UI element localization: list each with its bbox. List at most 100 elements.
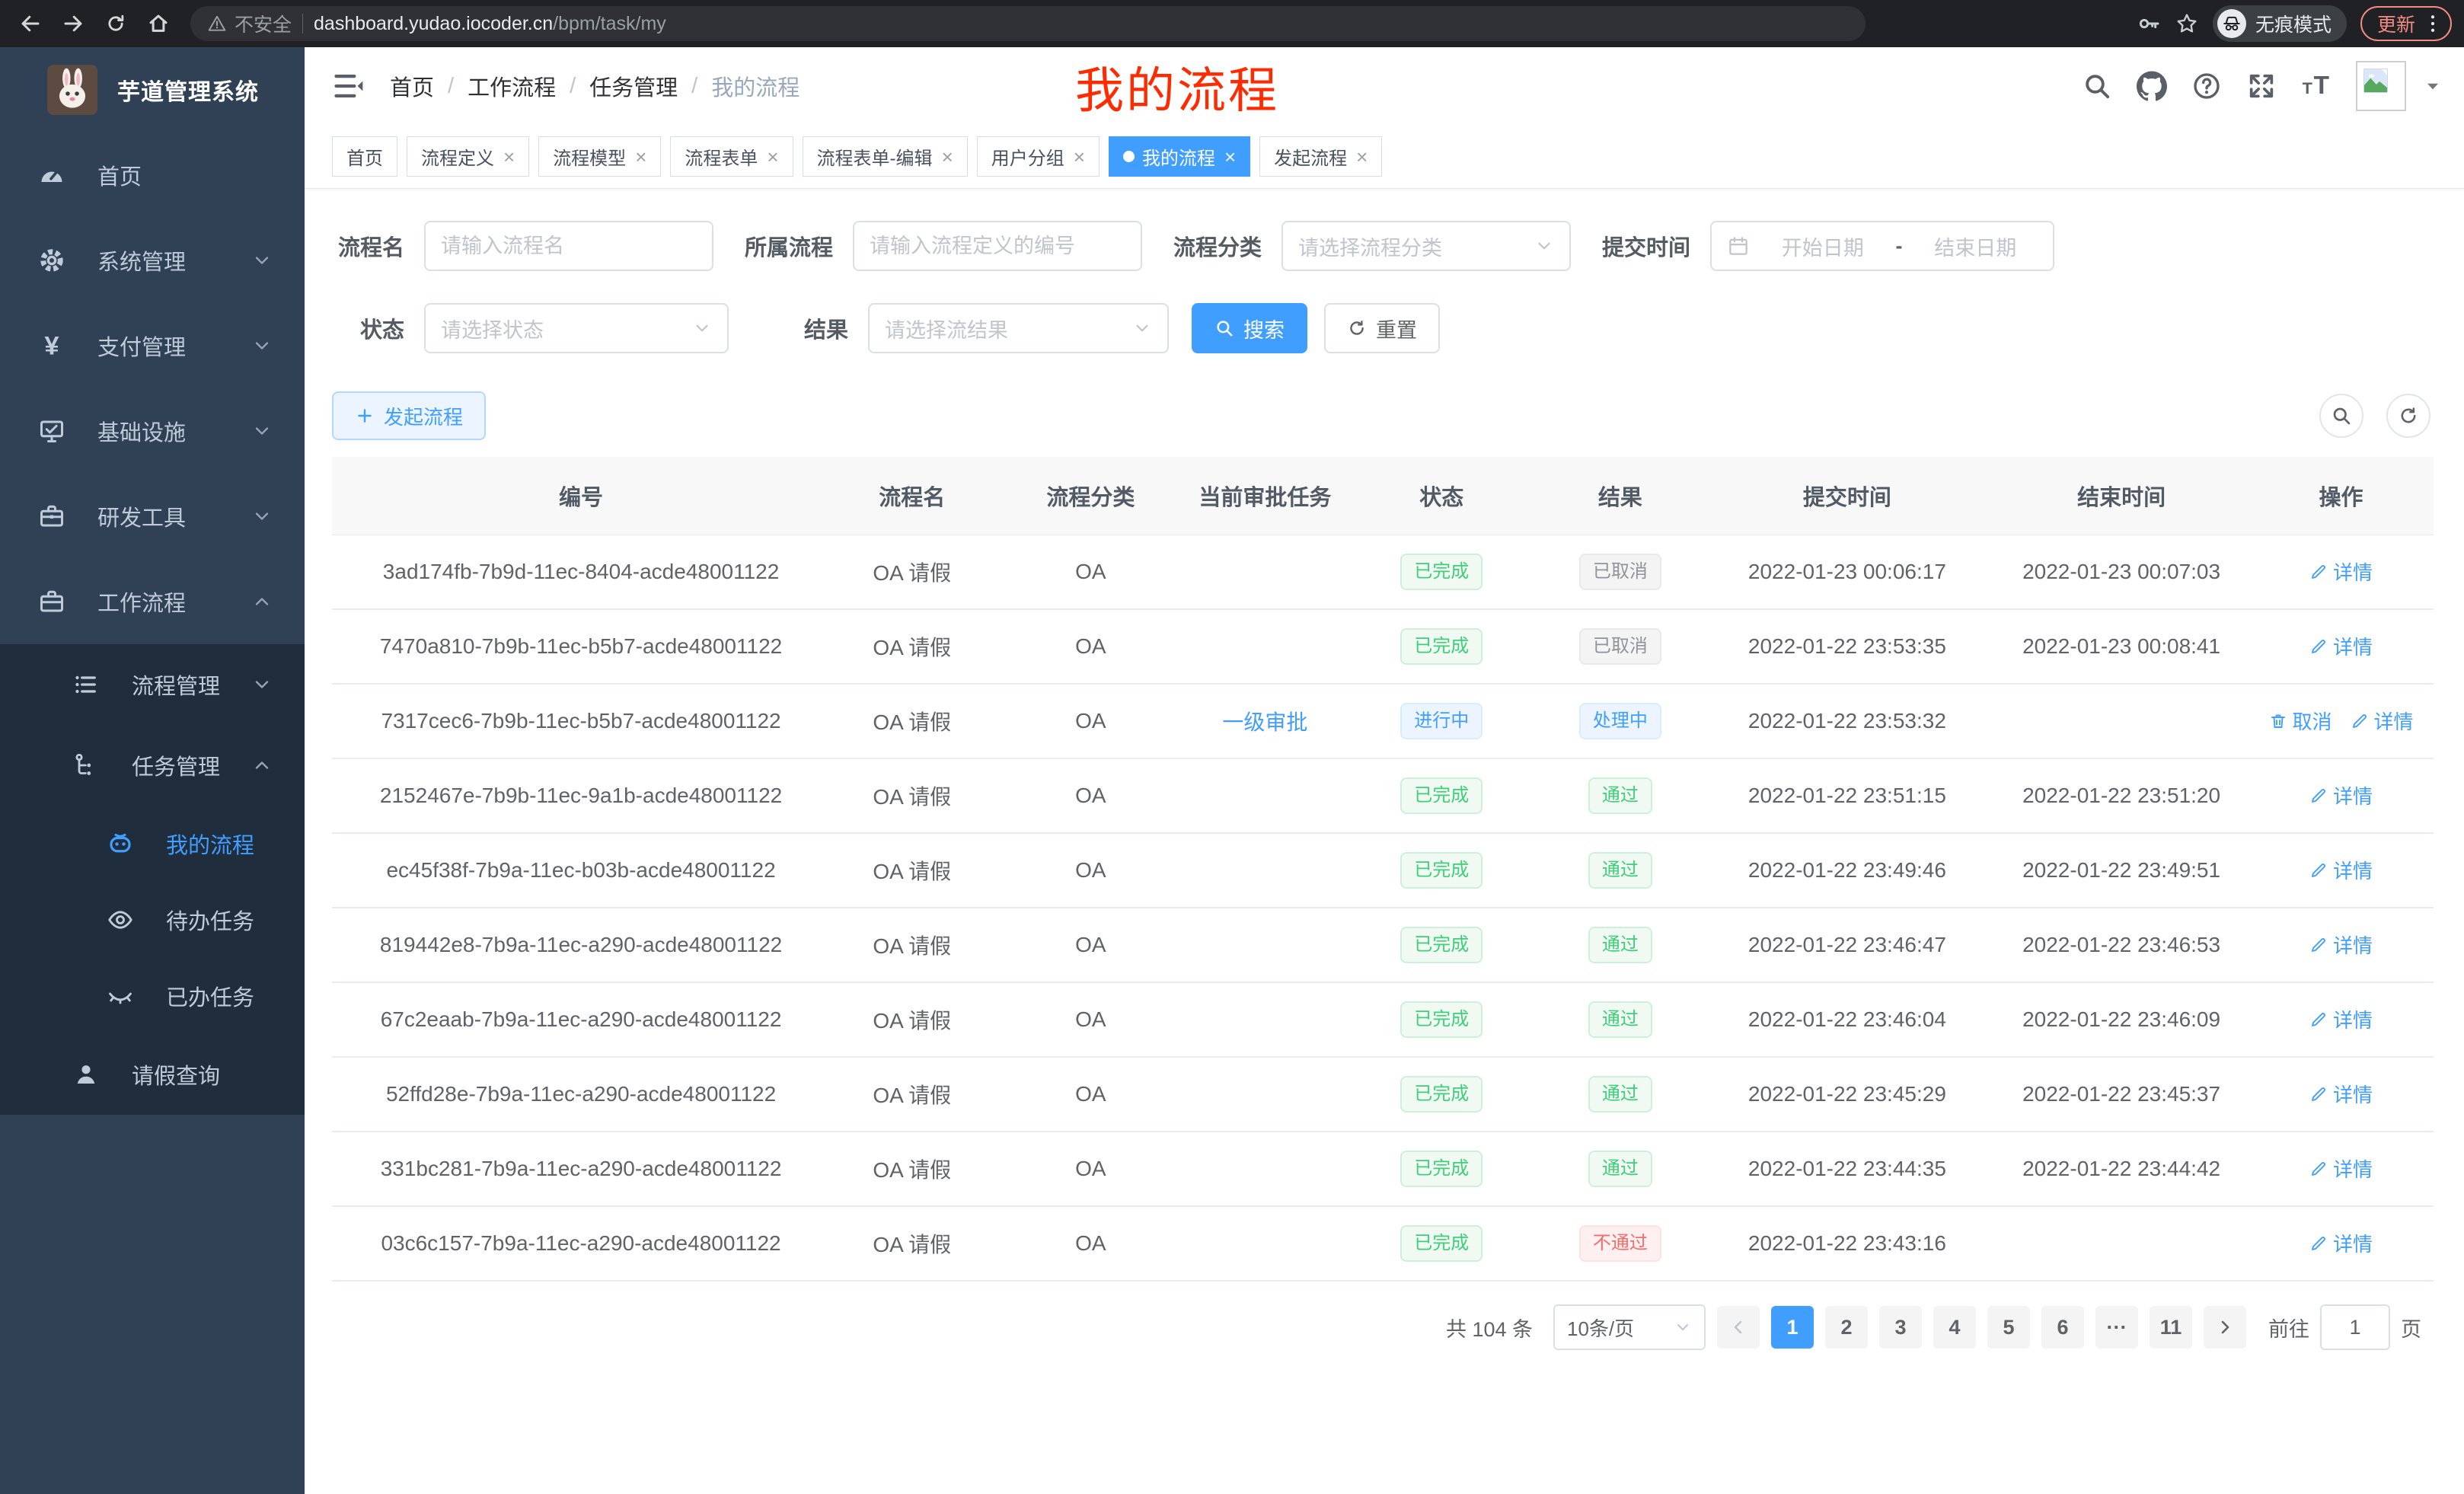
breadcrumb-item[interactable]: 首页 [390,70,434,102]
page-size-select[interactable]: 10条/页 [1553,1304,1706,1350]
sidebar-item-工作流程[interactable]: 工作流程 [0,559,305,644]
sidebar-item-流程管理[interactable]: 流程管理 [0,644,305,725]
avatar-caret-icon[interactable] [2423,76,2443,96]
tab-用户分组[interactable]: 用户分组× [977,136,1100,177]
create-process-button[interactable]: 发起流程 [332,391,486,440]
page-button-2[interactable]: 2 [1825,1306,1868,1349]
chevron-down-icon [1674,1318,1692,1336]
submit-time-range-picker[interactable]: 开始日期 - 结束日期 [1710,221,2054,271]
fullscreen-icon[interactable] [2246,71,2277,101]
sidebar-item-系统管理[interactable]: 系统管理 [0,218,305,303]
tab-close-icon[interactable]: × [1074,147,1085,167]
status-select[interactable]: 请选择状态 [424,303,729,353]
github-icon[interactable] [2137,71,2167,101]
security-label: 不安全 [235,10,292,37]
tab-close-icon[interactable]: × [942,147,953,167]
action-详情-link[interactable]: 详情 [2309,781,2373,809]
row-actions: 详情 [2309,632,2373,660]
browser-home-button[interactable] [140,5,177,42]
search-button[interactable]: 搜索 [1192,303,1307,353]
action-详情-link[interactable]: 详情 [2309,1154,2373,1183]
action-label: 详情 [2333,856,2373,884]
sidebar-item-请假查询[interactable]: 请假查询 [0,1034,305,1115]
tab-我的流程[interactable]: 我的流程× [1109,136,1250,177]
tab-close-icon[interactable]: × [1356,147,1368,167]
page-button-1[interactable]: 1 [1771,1306,1814,1349]
current-task-link[interactable]: 一级审批 [1222,710,1307,734]
table-row: 7470a810-7b9b-11ec-b5b7-acde48001122OA 请… [332,609,2434,684]
status-tag: 已完成 [1400,852,1483,889]
action-详情-link[interactable]: 详情 [2309,931,2373,959]
browser-back-button[interactable] [12,5,49,42]
action-label: 详情 [2333,781,2373,809]
tab-首页[interactable]: 首页 [332,136,397,177]
address-bar[interactable]: 不安全 dashboard.yudao.iocoder.cn/bpm/task/… [190,6,1866,41]
page-button-5[interactable]: 5 [1987,1306,2030,1349]
process-name-input[interactable] [441,222,697,270]
sidebar-item-任务管理[interactable]: 任务管理 [0,725,305,806]
page-button-3[interactable]: 3 [1879,1306,1922,1349]
tab-流程表单[interactable]: 流程表单× [670,136,793,177]
prev-page-button[interactable] [1717,1306,1760,1349]
sidebar-item-我的流程[interactable]: 我的流程 [0,806,305,882]
process-def-input[interactable] [870,222,1125,270]
chrome-update-button[interactable]: 更新 [2360,6,2452,41]
password-key-icon[interactable] [2137,11,2161,36]
next-page-button[interactable] [2204,1306,2246,1349]
action-详情-link[interactable]: 详情 [2309,856,2373,884]
browser-forward-button[interactable] [55,5,91,42]
avatar[interactable] [2356,61,2406,111]
reset-button[interactable]: 重置 [1324,303,1440,353]
action-取消-link[interactable]: 取消 [2269,707,2332,735]
app-logo[interactable]: 芋道管理系统 [0,47,305,132]
site-security-indicator[interactable]: 不安全 [207,10,292,37]
browser-menu-icon[interactable] [2421,12,2444,35]
result-tag: 通过 [1588,1001,1652,1038]
action-详情-link[interactable]: 详情 [2309,1080,2373,1108]
app-title: 芋道管理系统 [117,73,259,107]
tab-close-icon[interactable]: × [503,147,515,167]
sidebar-item-研发工具[interactable]: 研发工具 [0,474,305,559]
result-select[interactable]: 请选择流结果 [868,303,1169,353]
bookmark-star-icon[interactable] [2175,11,2199,36]
sidebar-item-首页[interactable]: 首页 [0,132,305,218]
font-size-icon[interactable]: TT [2301,71,2332,101]
tab-close-icon[interactable]: × [635,147,646,167]
header-search-icon[interactable] [2082,71,2112,101]
action-详情-link[interactable]: 详情 [2309,1229,2373,1257]
cell-end-time: 2022-01-22 23:46:53 [1994,908,2249,982]
sidebar-item-基础设施[interactable]: 基础设施 [0,388,305,474]
table-row: 819442e8-7b9a-11ec-a290-acde48001122OA 请… [332,908,2434,982]
tab-流程定义[interactable]: 流程定义× [407,136,529,177]
tab-close-icon[interactable]: × [767,147,778,167]
tab-流程表单-编辑[interactable]: 流程表单-编辑× [803,136,968,177]
tab-close-icon[interactable]: × [1224,147,1236,167]
breadcrumb-item[interactable]: 任务管理 [589,70,678,102]
action-详情-link[interactable]: 详情 [2351,707,2414,735]
page-button-4[interactable]: 4 [1933,1306,1976,1349]
sidebar-collapse-icon[interactable] [332,69,365,103]
breadcrumb-item[interactable]: 工作流程 [468,70,556,102]
tab-发起流程[interactable]: 发起流程× [1259,136,1382,177]
cell-current-task [1187,1132,1342,1206]
page-button-6[interactable]: 6 [2041,1306,2084,1349]
category-select[interactable]: 请选择流程分类 [1281,221,1571,271]
show-search-toggle-button[interactable] [2319,394,2363,438]
action-label: 详情 [2333,632,2373,660]
cell-process-category: OA [994,1132,1187,1206]
sidebar-item-支付管理[interactable]: ¥支付管理 [0,303,305,388]
cell-process-name: OA 请假 [830,684,994,758]
action-详情-link[interactable]: 详情 [2309,632,2373,660]
active-tab-dot-icon [1123,151,1135,162]
refresh-table-button[interactable] [2386,394,2430,438]
action-详情-link[interactable]: 详情 [2309,1005,2373,1033]
page-ellipsis-icon[interactable]: ··· [2095,1306,2138,1349]
browser-reload-button[interactable] [97,5,134,42]
goto-page-input[interactable] [2320,1304,2390,1350]
action-详情-link[interactable]: 详情 [2309,557,2373,586]
sidebar-item-待办任务[interactable]: 待办任务 [0,882,305,958]
page-button-11[interactable]: 11 [2150,1306,2192,1349]
tab-流程模型[interactable]: 流程模型× [538,136,661,177]
sidebar-item-已办任务[interactable]: 已办任务 [0,958,305,1034]
help-icon[interactable] [2191,71,2222,101]
